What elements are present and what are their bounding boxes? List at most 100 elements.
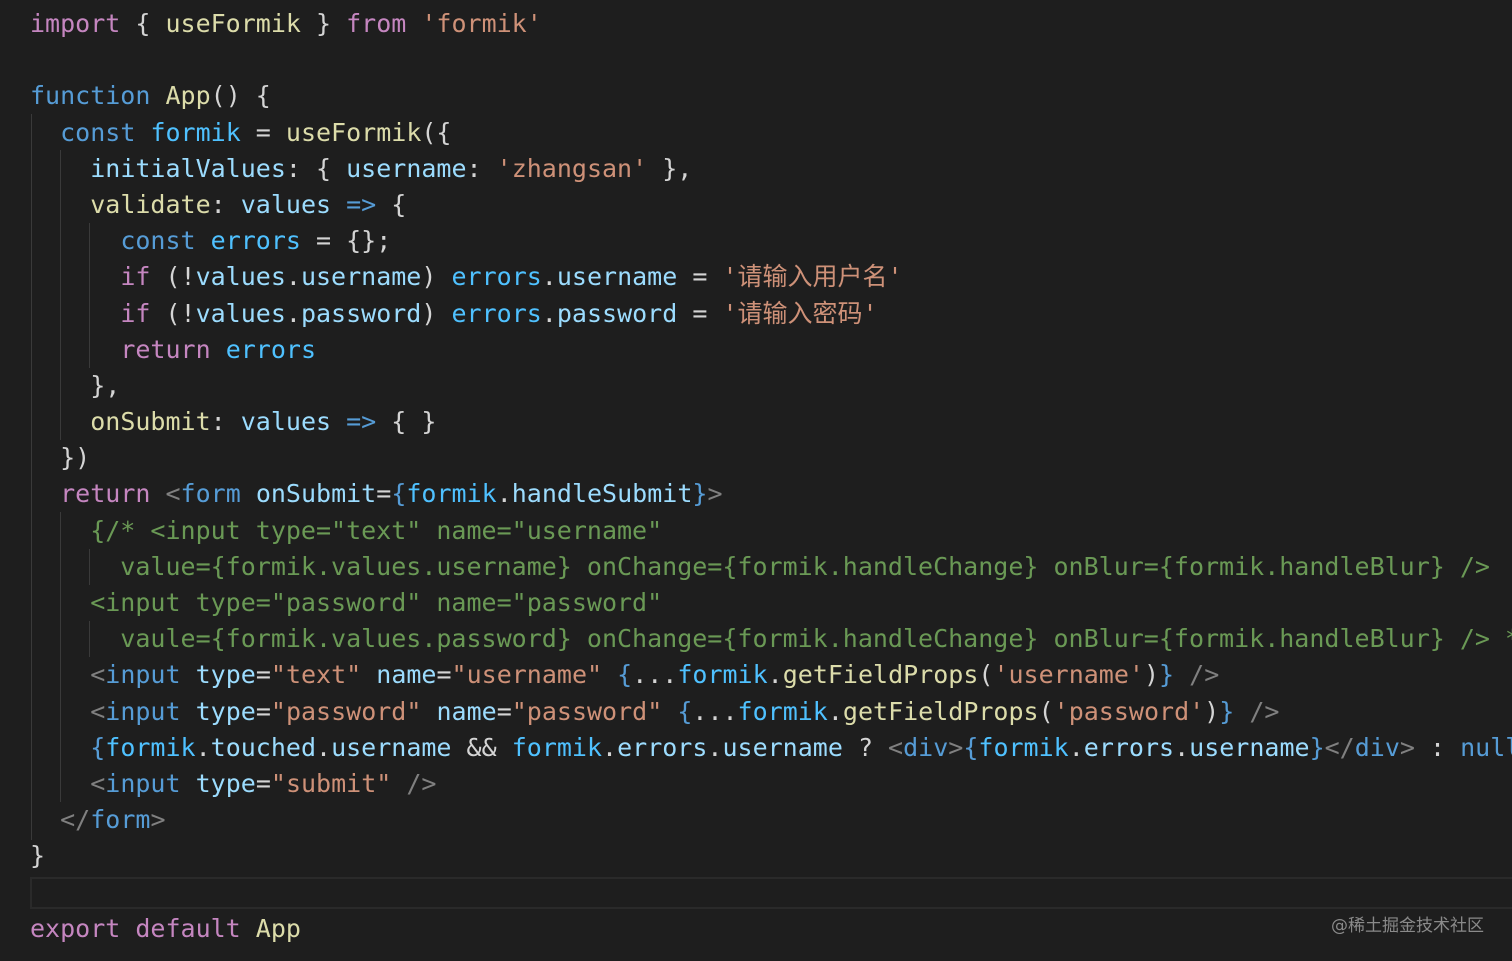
code-token: } bbox=[1309, 732, 1325, 762]
code-line[interactable]: validate: values => { bbox=[30, 187, 1500, 223]
code-line[interactable]: export default App bbox=[30, 911, 1500, 947]
code-token: = bbox=[677, 262, 723, 292]
code-token: default bbox=[135, 913, 241, 943]
code-token: . bbox=[541, 262, 557, 292]
code-line[interactable]: <input type="password" name="password" bbox=[30, 585, 1500, 621]
code-token: 'formik' bbox=[421, 9, 542, 38]
code-token: } bbox=[1219, 696, 1235, 726]
code-token: useFormik bbox=[165, 9, 301, 38]
code-line[interactable]: function App() { bbox=[30, 78, 1500, 114]
code-line[interactable]: const errors = {}; bbox=[30, 223, 1500, 259]
code-line[interactable]: return errors bbox=[30, 332, 1500, 368]
code-token: type bbox=[195, 696, 256, 726]
code-token: ... bbox=[692, 696, 738, 726]
code-content[interactable]: import { useFormik } from 'formik' functi… bbox=[30, 6, 1512, 947]
code-line[interactable]: {formik.touched.username && formik.error… bbox=[30, 730, 1512, 766]
code-token: getFieldProps bbox=[842, 696, 1039, 726]
code-token: handleSubmit bbox=[511, 479, 693, 509]
code-token: errors bbox=[617, 732, 708, 762]
code-token: /> bbox=[1249, 696, 1280, 726]
code-token: : bbox=[210, 189, 241, 219]
code-token: name bbox=[376, 660, 437, 690]
code-line[interactable] bbox=[30, 42, 1500, 78]
code-token: => bbox=[346, 407, 377, 437]
code-token: ... bbox=[632, 660, 678, 690]
code-token: < bbox=[90, 660, 106, 690]
code-line[interactable]: value={formik.values.username} onChange=… bbox=[30, 549, 1500, 585]
code-token: formik bbox=[737, 696, 828, 726]
code-token: touched bbox=[210, 732, 317, 762]
code-token: . bbox=[195, 732, 211, 762]
code-token: <input type="password" name="password" bbox=[30, 588, 663, 617]
code-line[interactable]: const formik = useFormik({ bbox=[30, 115, 1500, 151]
code-token: ({ bbox=[421, 117, 452, 147]
code-token: < bbox=[90, 696, 106, 726]
code-token: input bbox=[105, 660, 181, 690]
code-token: errors bbox=[210, 226, 301, 256]
code-line[interactable]: if (!values.password) errors.password = … bbox=[30, 296, 1500, 332]
code-line[interactable]: }) bbox=[30, 440, 1500, 476]
code-token: ) bbox=[421, 298, 452, 328]
code-line[interactable]: <input type="text" name="username" {...f… bbox=[30, 657, 1500, 693]
code-line[interactable]: return <form onSubmit={formik.handleSubm… bbox=[30, 476, 1500, 512]
code-line[interactable]: <input type="password" name="password" {… bbox=[30, 694, 1500, 730]
code-token: export bbox=[30, 913, 121, 943]
code-token: > bbox=[150, 805, 166, 835]
code-token: App bbox=[255, 913, 301, 943]
code-token: type bbox=[195, 768, 256, 798]
code-token: }) bbox=[30, 443, 91, 473]
code-line[interactable]: } bbox=[30, 838, 1500, 874]
code-line[interactable]: <input type="submit" /> bbox=[30, 766, 1500, 802]
code-token: = bbox=[255, 660, 271, 690]
code-token: ( bbox=[1038, 696, 1054, 726]
watermark: @稀土掘金技术社区 bbox=[1331, 916, 1484, 936]
code-line[interactable] bbox=[30, 875, 1500, 911]
code-token: ) bbox=[421, 262, 452, 292]
code-line[interactable]: if (!values.username) errors.username = … bbox=[30, 259, 1500, 295]
code-token: . bbox=[1068, 732, 1084, 762]
code-token: vaule={formik.values.password} onChange=… bbox=[30, 624, 1512, 654]
code-token: . bbox=[827, 696, 843, 726]
code-token: "password" bbox=[270, 696, 422, 726]
code-token: if bbox=[120, 262, 151, 292]
code-token: formik bbox=[978, 732, 1069, 762]
code-token: function bbox=[30, 81, 151, 111]
code-token: } bbox=[300, 9, 347, 38]
code-token: ) bbox=[1204, 696, 1220, 726]
code-token: name bbox=[436, 696, 497, 726]
code-line[interactable]: initialValues: { username: 'zhangsan' }, bbox=[30, 151, 1500, 187]
code-line[interactable]: {/* <input type="text" name="username" bbox=[30, 513, 1500, 549]
code-token: form bbox=[180, 479, 241, 509]
code-token: formik bbox=[511, 732, 603, 762]
code-token: 'zhangsan' bbox=[496, 153, 648, 183]
code-line[interactable]: onSubmit: values => { } bbox=[30, 404, 1500, 440]
code-token: = bbox=[436, 660, 452, 690]
code-editor[interactable]: import { useFormik } from 'formik' functi… bbox=[0, 0, 1512, 961]
code-token: < bbox=[888, 732, 904, 762]
code-token: > bbox=[707, 479, 723, 509]
code-token: values bbox=[195, 298, 286, 328]
code-token: username bbox=[331, 732, 452, 762]
code-token: . bbox=[285, 262, 301, 292]
code-token: { } bbox=[376, 407, 437, 437]
code-token: } bbox=[692, 479, 708, 509]
code-token: : bbox=[210, 407, 241, 437]
code-token: < bbox=[90, 768, 106, 798]
code-line[interactable]: </form> bbox=[30, 802, 1500, 838]
code-line[interactable]: }, bbox=[30, 368, 1500, 404]
code-line[interactable]: vaule={formik.values.password} onChange=… bbox=[30, 621, 1512, 657]
code-line[interactable]: import { useFormik } from 'formik' bbox=[30, 6, 1500, 42]
